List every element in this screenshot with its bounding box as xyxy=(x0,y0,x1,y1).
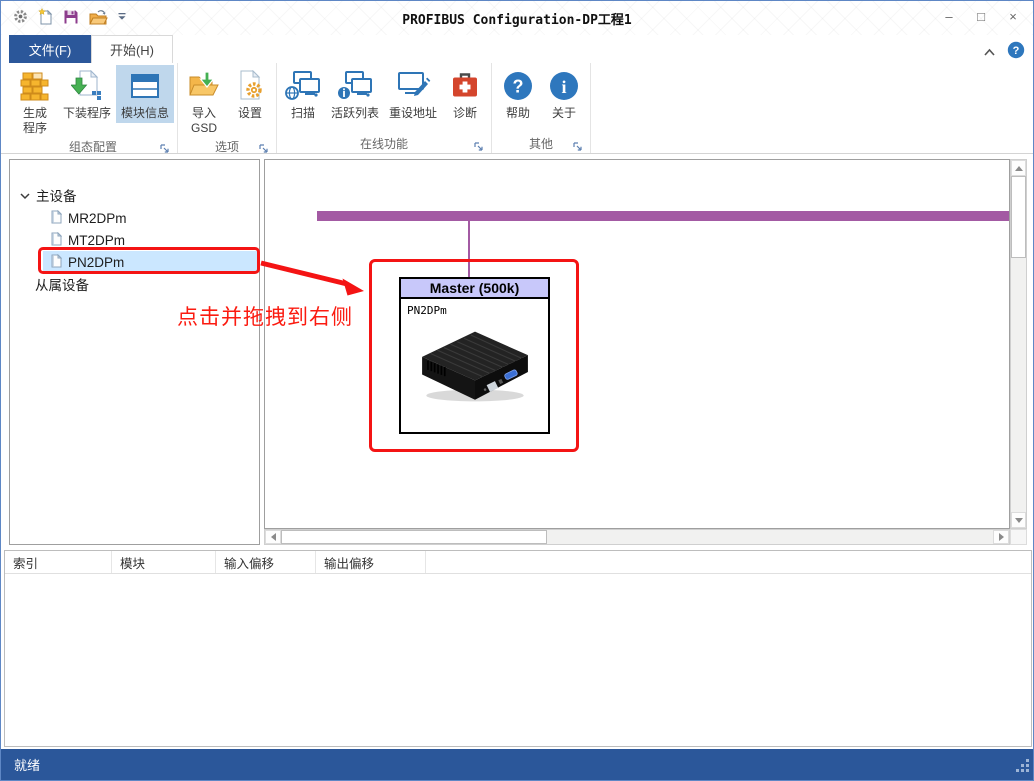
highlight-box-master-block xyxy=(369,259,579,452)
profibus-bus-bar[interactable] xyxy=(317,211,1009,221)
ribbon: 生成 程序 下装程序 模块信息 组态配置 导入 GSD 设置 选项 扫描 活跃列… xyxy=(1,63,1033,154)
table-header-row: 索引 模块 输入偏移 输出偏移 xyxy=(5,551,1031,574)
reset-address-icon xyxy=(395,69,431,103)
app-window: PROFIBUS Configuration-DP工程1 – □ × 文件(F)… xyxy=(0,0,1034,781)
ribbon-button-label: 设置 xyxy=(238,106,263,120)
ribbon-button-label: 诊断 xyxy=(453,106,478,120)
window-controls: – □ × xyxy=(933,4,1029,28)
status-text: 就绪 xyxy=(14,758,41,773)
chevron-down-icon[interactable] xyxy=(20,188,30,203)
tab-home[interactable]: 开始(H) xyxy=(91,35,173,63)
status-bar: 就绪 xyxy=(1,749,1033,780)
scroll-up-icon[interactable] xyxy=(1011,160,1026,176)
help-icon: ? xyxy=(500,69,536,103)
scroll-down-icon[interactable] xyxy=(1011,512,1026,528)
settings-button[interactable]: 设置 xyxy=(227,65,273,123)
scan-icon xyxy=(285,69,321,103)
tree-item-mr2dpm[interactable]: MR2DPm xyxy=(50,207,127,229)
scan-button[interactable]: 扫描 xyxy=(280,65,326,123)
svg-text:i: i xyxy=(562,77,567,97)
ribbon-tabs: 文件(F) 开始(H) xyxy=(9,35,173,63)
column-header-index[interactable]: 索引 xyxy=(5,551,112,573)
device-tree-panel: 主设备 MR2DPm MT2DPm PN2DPm 从属设备 xyxy=(9,159,260,545)
ribbon-corner-controls: ? xyxy=(983,41,1025,64)
title-bar: PROFIBUS Configuration-DP工程1 – □ × xyxy=(1,1,1033,35)
tree-node-label: 从属设备 xyxy=(35,278,89,293)
resize-grip-icon[interactable] xyxy=(1015,758,1030,776)
ribbon-group-label: 选项 xyxy=(215,140,240,154)
column-header-input-offset[interactable]: 输入偏移 xyxy=(216,551,316,573)
canvas-vertical-scrollbar[interactable] xyxy=(1010,159,1027,529)
ribbon-group-online: 扫描 活跃列表 重设地址 诊断 在线功能 xyxy=(277,63,493,153)
about-icon: i xyxy=(546,69,582,103)
ribbon-group-other: ? 帮助 i 关于 其他 xyxy=(492,63,592,153)
ribbon-group-label: 组态配置 xyxy=(69,140,118,154)
ribbon-button-label: 导入 GSD xyxy=(191,106,218,135)
tree-node-label: 主设备 xyxy=(36,189,77,204)
vertical-scroll-track[interactable] xyxy=(1011,258,1026,512)
svg-text:?: ? xyxy=(1013,45,1020,57)
about-button[interactable]: i 关于 xyxy=(541,65,587,123)
bricks-icon xyxy=(17,69,53,103)
help-button[interactable]: ? 帮助 xyxy=(495,65,541,123)
scrollbar-corner xyxy=(1010,529,1027,545)
maximize-button[interactable]: □ xyxy=(965,4,997,28)
active-list-icon xyxy=(337,69,373,103)
ribbon-button-label: 帮助 xyxy=(506,106,531,120)
download-program-button[interactable]: 下装程序 xyxy=(58,65,116,123)
tree-item-label: MR2DPm xyxy=(68,210,127,226)
diagnosis-icon xyxy=(447,69,483,103)
tree-node-slave-devices[interactable]: 从属设备 xyxy=(35,273,89,295)
device-file-icon xyxy=(50,209,63,227)
tree-node-master-devices[interactable]: 主设备 xyxy=(20,184,77,206)
active-list-button[interactable]: 活跃列表 xyxy=(326,65,384,123)
ribbon-button-label: 模块信息 xyxy=(121,106,170,120)
ribbon-group-config: 生成 程序 下装程序 模块信息 组态配置 xyxy=(9,63,179,154)
ribbon-button-label: 生成 程序 xyxy=(22,106,47,135)
ribbon-button-label: 活跃列表 xyxy=(331,106,380,120)
dialog-launcher-icon[interactable] xyxy=(159,141,170,153)
canvas-horizontal-scrollbar[interactable] xyxy=(264,529,1010,545)
generate-program-button[interactable]: 生成 程序 xyxy=(12,65,58,138)
horizontal-scroll-track[interactable] xyxy=(547,530,993,544)
tree-item-label: MT2DPm xyxy=(68,232,125,248)
drag-hint-text: 点击并拖拽到右侧 xyxy=(177,306,353,329)
column-header-module[interactable]: 模块 xyxy=(112,551,216,573)
close-button[interactable]: × xyxy=(997,4,1029,28)
ribbon-group-label: 其他 xyxy=(529,137,554,151)
window-title: PROFIBUS Configuration-DP工程1 xyxy=(402,13,632,28)
import-gsd-button[interactable]: 导入 GSD xyxy=(181,65,227,138)
settings-icon xyxy=(232,69,268,103)
download-program-icon xyxy=(69,69,105,103)
tab-file[interactable]: 文件(F) xyxy=(9,35,91,63)
device-file-icon xyxy=(50,231,63,249)
collapse-ribbon-icon[interactable] xyxy=(983,44,996,62)
scroll-left-icon[interactable] xyxy=(265,530,281,544)
minimize-button[interactable]: – xyxy=(933,4,965,28)
dialog-launcher-icon[interactable] xyxy=(258,141,269,153)
dialog-launcher-icon[interactable] xyxy=(473,139,484,151)
scroll-right-icon[interactable] xyxy=(993,530,1009,544)
module-info-button[interactable]: 模块信息 xyxy=(116,65,175,123)
horizontal-scroll-thumb[interactable] xyxy=(281,530,547,544)
ribbon-button-label: 关于 xyxy=(552,106,577,120)
module-info-icon xyxy=(127,69,163,103)
module-table-panel: 索引 模块 输入偏移 输出偏移 xyxy=(4,550,1032,747)
ribbon-group-label: 在线功能 xyxy=(360,137,409,151)
ribbon-help-icon[interactable]: ? xyxy=(1007,41,1025,64)
svg-text:?: ? xyxy=(513,77,524,97)
vertical-scroll-thumb[interactable] xyxy=(1011,176,1026,258)
ribbon-button-label: 下装程序 xyxy=(63,106,112,120)
ribbon-button-label: 扫描 xyxy=(291,106,316,120)
diagnosis-button[interactable]: 诊断 xyxy=(442,65,488,123)
ribbon-group-options: 导入 GSD 设置 选项 xyxy=(178,63,278,154)
ribbon-button-label: 重设地址 xyxy=(389,106,438,120)
highlight-box-tree-item xyxy=(38,247,260,274)
reset-address-button[interactable]: 重设地址 xyxy=(384,65,442,123)
column-header-output-offset[interactable]: 输出偏移 xyxy=(316,551,426,573)
import-gsd-icon xyxy=(186,69,222,103)
dialog-launcher-icon[interactable] xyxy=(572,139,583,151)
